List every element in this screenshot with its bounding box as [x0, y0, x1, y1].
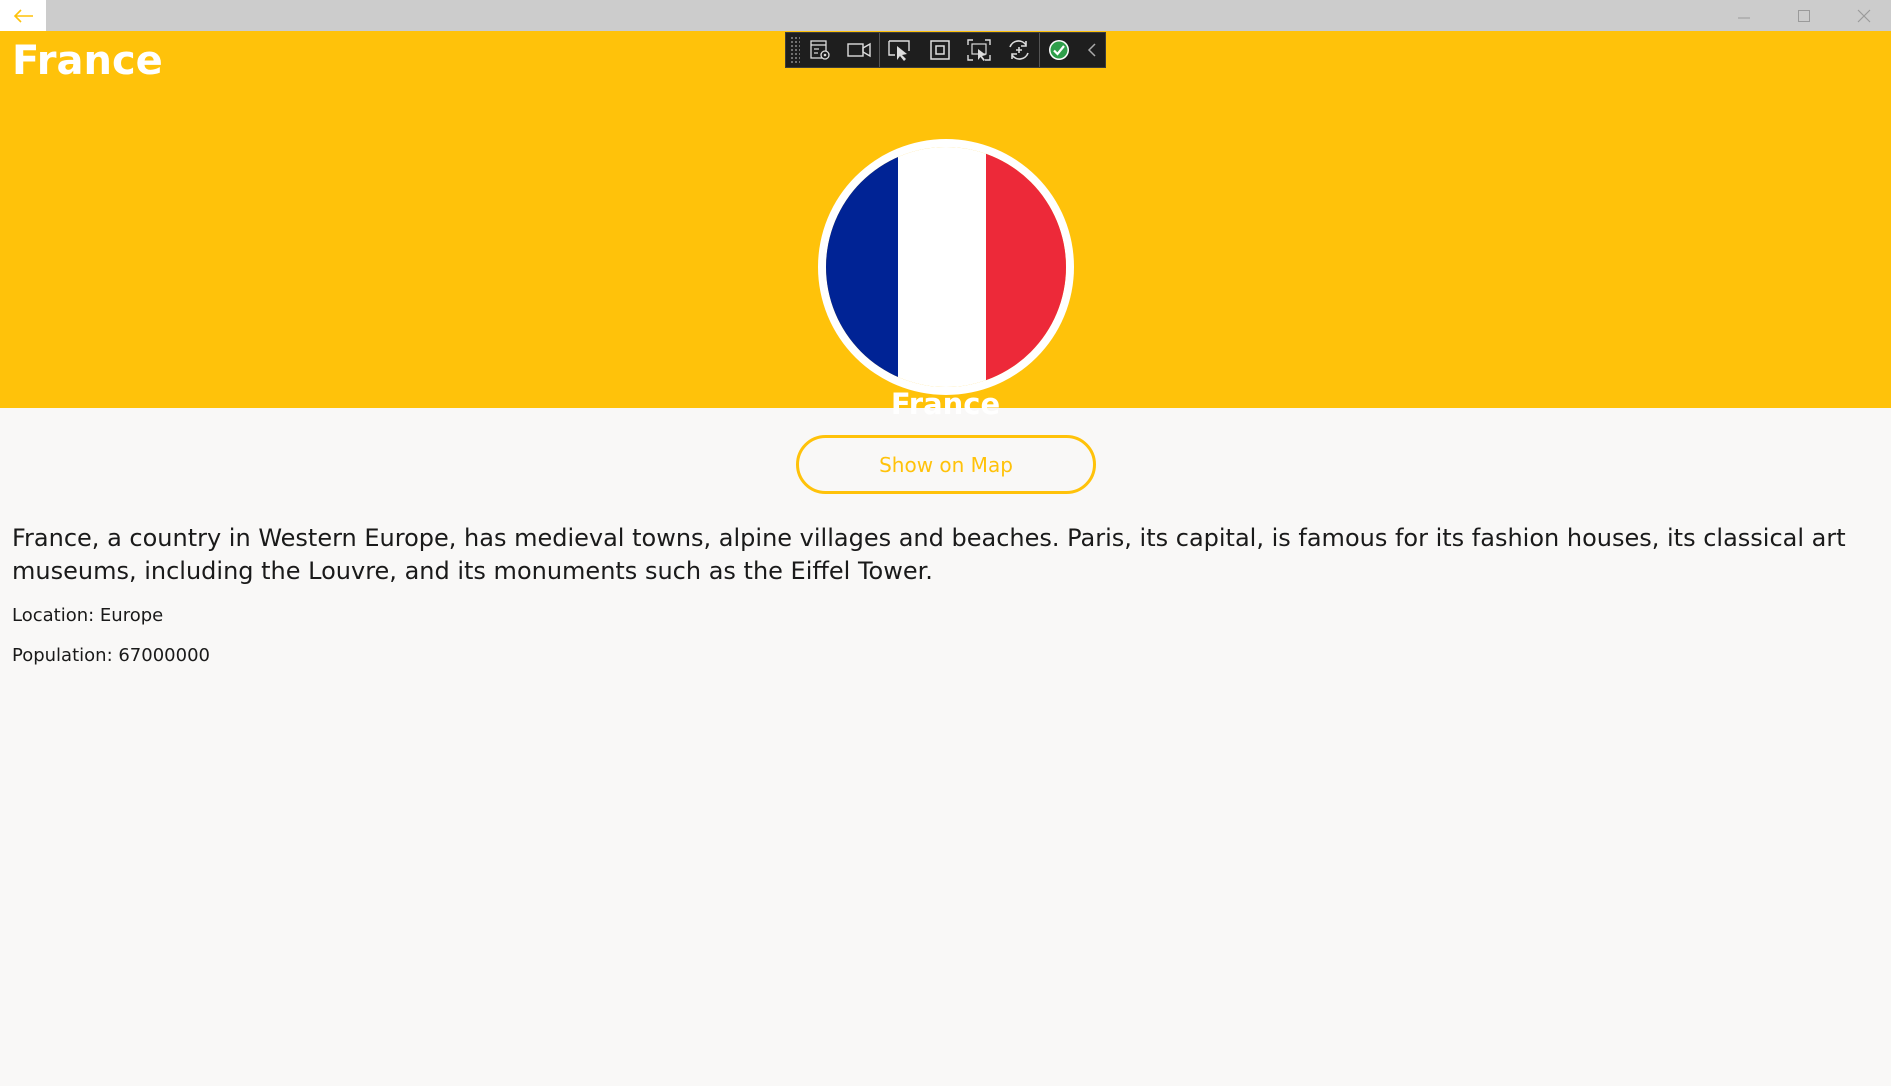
collapse-toolbar-button[interactable]	[1079, 33, 1105, 67]
flag-blue-band	[826, 147, 898, 387]
record-button[interactable]	[840, 33, 880, 67]
hot-reload-button[interactable]	[999, 33, 1039, 67]
maximize-icon	[1798, 9, 1810, 22]
minimize-button[interactable]	[1714, 0, 1774, 31]
minimize-icon	[1738, 17, 1750, 18]
flag-white-band	[898, 147, 986, 387]
population-text: Population: 67000000	[12, 645, 210, 666]
display-layout-adorners-icon	[929, 40, 950, 60]
live-visual-tree-button[interactable]	[800, 33, 840, 67]
back-button[interactable]	[0, 0, 46, 31]
binding-failures-button[interactable]	[1038, 33, 1080, 67]
close-icon	[1857, 9, 1871, 22]
live-visual-tree-icon	[810, 40, 830, 60]
france-flag	[826, 147, 1066, 387]
select-element-icon	[888, 40, 910, 61]
flag-red-band	[986, 147, 1066, 387]
hot-reload-icon	[1009, 40, 1029, 60]
flag-caption: France	[890, 387, 1001, 421]
maximize-button[interactable]	[1774, 0, 1834, 31]
toolbar-grip[interactable]	[790, 36, 800, 64]
track-focus-icon	[967, 39, 991, 61]
select-element-button[interactable]	[879, 33, 920, 67]
close-button[interactable]	[1834, 0, 1891, 31]
flag-frame	[818, 139, 1074, 395]
show-on-map-button[interactable]: Show on Map	[796, 435, 1096, 494]
country-header: France France	[0, 31, 1891, 421]
country-description: France, a country in Western Europe, has…	[12, 524, 1846, 585]
title-bar	[0, 0, 1891, 31]
back-arrow-icon	[13, 8, 33, 23]
binding-failures-check-icon	[1049, 40, 1070, 60]
page-title: France	[12, 38, 163, 84]
display-layout-adorners-button[interactable]	[920, 33, 960, 67]
debug-toolbar	[785, 32, 1106, 68]
collapse-chevron-icon	[1088, 43, 1096, 57]
record-icon	[847, 42, 872, 58]
track-focus-button[interactable]	[959, 33, 999, 67]
location-text: Location: Europe	[12, 605, 164, 626]
